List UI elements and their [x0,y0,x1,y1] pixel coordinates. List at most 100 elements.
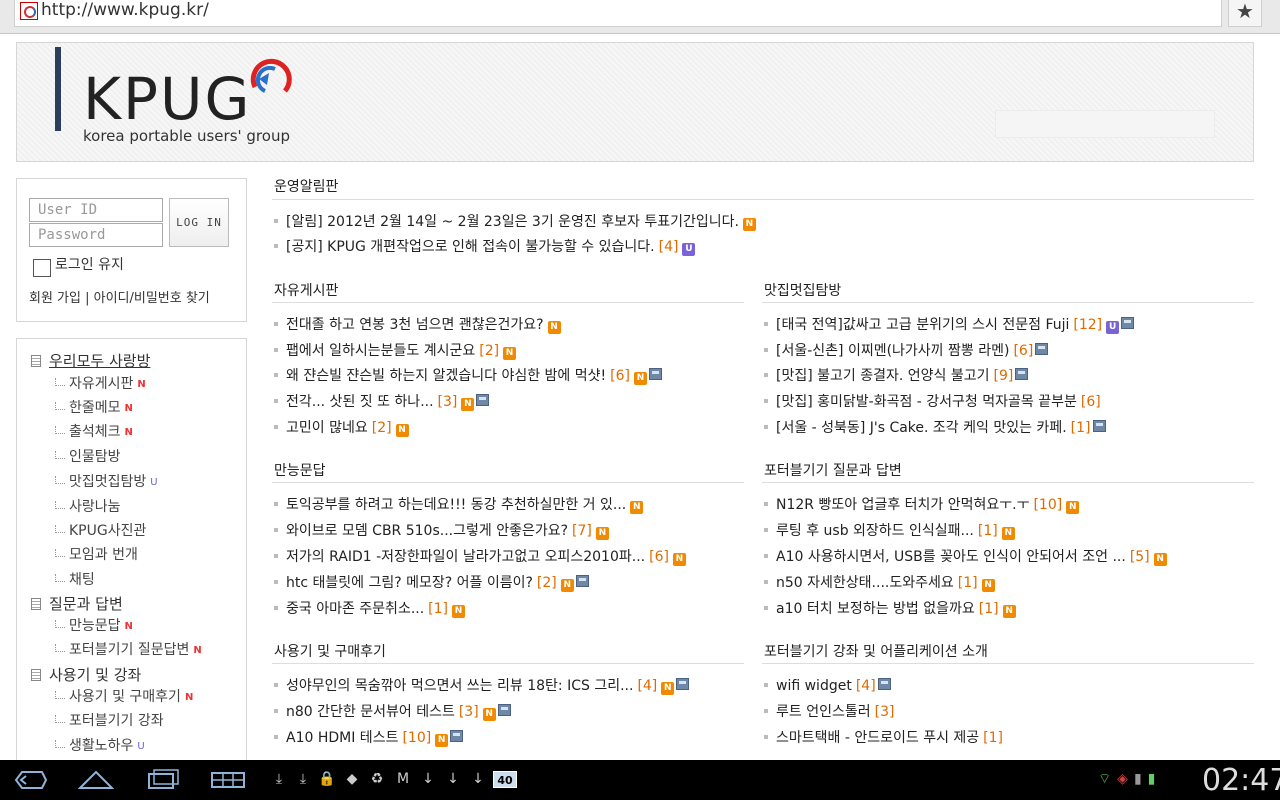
list-item[interactable]: N12R 빵또아 업글후 터치가 안먹혀요ㅜ.ㅜ [10] N [764,495,1080,515]
menu-item[interactable]: 맛집멋집탐방 U [55,471,158,491]
list-item[interactable]: A10 HDMI 테스트 [10] N [274,728,464,748]
download-icon[interactable]: ↓ [419,770,437,788]
list-item[interactable]: n80 간단한 문서뷰어 테스트 [3] N [274,702,511,722]
image-attachment-icon [676,678,690,690]
list-item[interactable]: [공지] KPUG 개편작업으로 인해 접속이 불가능할 수 있습니다. [4] U [274,237,696,257]
menu-icon[interactable] [210,768,246,792]
gmail-icon[interactable]: M [394,770,412,788]
home-icon[interactable] [78,768,114,792]
recent-apps-icon[interactable] [145,768,181,792]
list-item[interactable]: n50 자세한상태....도와주세요 [1] N [764,573,995,593]
url-field[interactable]: http://www.kpug.kr/ [14,0,1222,27]
list-item[interactable]: 루팅 후 usb 외장하드 인식실패... [1] N [764,521,1015,541]
download-done-icon[interactable]: ⤓ [294,770,312,788]
bookmark-button[interactable]: ★ [1228,0,1262,27]
menu-group[interactable]: 사용기 및 강좌 [31,664,141,685]
menu-item[interactable]: 모임과 번개 [55,544,138,564]
list-item[interactable]: 스마트택배 - 안드로이드 푸시 제공 [1] [764,728,1003,748]
list-item[interactable]: htc 태블릿에 그림? 메모장? 어플 이름이? [2] N [274,573,589,593]
list-item[interactable]: [맛집] 불고기 종결자. 언양식 불고기 [9] [764,366,1029,386]
list-item[interactable]: 성야무인의 목숨깎아 먹으면서 쓰는 리뷰 18탄: ICS 그리... [4] N [274,676,690,696]
notification-count-badge[interactable]: 40 [493,771,517,788]
menu-group[interactable]: 우리모두 사랑방 [31,350,150,371]
site-header: KPUG korea portable users' group [16,42,1254,162]
login-button[interactable]: LOG IN [169,198,229,247]
list-item[interactable]: 왜 쟌슨빌 쟌슨빌 하는지 알겠습니다 야심한 밤에 먹샷! [6] N [274,366,662,386]
logo-swirl-icon [250,58,292,93]
list-item[interactable]: [서울 - 성북동] J's Cake. 조각 케익 맛있는 카페. [1] [764,418,1106,438]
section-title-notice[interactable]: 운영알림판 [274,176,338,196]
site-favicon-icon [20,2,38,20]
list-item[interactable]: [알림] 2012년 2월 14일 ~ 2월 23일은 3기 운영진 후보자 투… [274,212,756,232]
list-item[interactable]: 중국 아마존 주문취소... [1] N [274,599,466,619]
download-done-icon[interactable]: ⤓ [270,770,288,788]
list-item[interactable]: 토익공부를 하려고 하는데요!!! 동강 추천하실만한 거 있... N [274,495,644,515]
header-search-box[interactable] [995,110,1215,138]
menu-item[interactable]: 인물탐방 [55,446,121,466]
menu-group[interactable]: 질문과 답변 [31,593,123,614]
list-item[interactable]: 고민이 많네요 [2] N [274,418,409,438]
market-update-icon[interactable]: ♻ [368,770,386,788]
menu-item[interactable]: KPUG사진관 [55,520,146,540]
menu-item[interactable]: 한줄메모 N [55,397,133,417]
section-title-free[interactable]: 자유게시판 [274,280,338,300]
section-title-qna[interactable]: 만능문답 [274,460,326,480]
cell-signal-icon: ▮ [1133,771,1148,787]
comment-count: [3] [874,704,895,720]
new-post-icon: N [482,708,496,721]
list-item[interactable]: 와이브로 모뎀 CBR 510s...그렇게 안좋은가요? [7] N [274,521,609,541]
clock[interactable]: 02:47 [1202,763,1280,798]
new-badge: N [124,403,133,414]
menu-item[interactable]: 출석체크 N [55,421,133,441]
list-item[interactable]: a10 터치 보정하는 방법 없을까요 [1] N [764,599,1016,619]
status-icons[interactable]: ⌔◈▮▮ [1098,770,1161,788]
list-item[interactable]: [서울-신촌] 이찌멘(나가사끼 짬뽕 라멘) [6] [764,341,1049,361]
updated-badge: U [150,477,158,488]
section-title-food[interactable]: 맛집멋집탐방 [764,280,841,300]
comment-count: [10] [402,730,432,746]
new-post-icon: N [595,527,609,540]
download-icon[interactable]: ↓ [444,770,462,788]
download-icon[interactable]: ↓ [469,770,487,788]
section-title-portable-qna[interactable]: 포터블기기 질문과 답변 [764,460,902,480]
list-item[interactable]: 전각... 삿된 짓 또 하나... [3] N [274,392,490,412]
menu-item[interactable]: 생활노하우 U [55,735,145,755]
list-item[interactable]: 저가의 RAID1 -저장한파일이 날라가고없고 오피스2010파... [6] N [274,547,686,567]
section-title-lectures[interactable]: 포터블기기 강좌 및 어플리케이션 소개 [764,641,988,661]
list-item[interactable]: 팹에서 일하시는분들도 계시군요 [2] N [274,341,517,361]
menu-item[interactable]: 포터블기기 강좌 [55,710,164,730]
section-title-reviews[interactable]: 사용기 및 구매후기 [274,641,386,661]
new-post-icon: N [630,501,644,514]
comment-count: [12] [1073,317,1103,333]
menu-item[interactable]: 사랑나눔 [55,496,121,516]
image-attachment-icon [877,678,891,690]
list-item[interactable]: 루트 언인스톨러 [3] [764,702,894,722]
menu-item[interactable]: 채팅 [55,569,95,589]
remember-checkbox[interactable] [33,259,51,277]
lock-icon[interactable]: 🔒 [318,770,336,788]
list-item[interactable]: [맛집] 홍미닭발-화곡점 - 강서구청 먹자골목 끝부분 [6] [764,392,1101,412]
back-icon[interactable] [12,768,48,792]
list-item[interactable]: A10 사용하시면서, USB를 꽂아도 인식이 안되어서 조언 ... [5] N [764,547,1167,567]
menu-item[interactable]: 사용기 및 구매후기 N [55,686,193,706]
comment-count: [6] [1013,343,1034,359]
comment-count: [9] [993,368,1014,384]
sidebar-menu: 우리모두 사랑방 자유게시판 N 한줄메모 N 출석체크 N 인물탐방 맛집멋집탐방 U… [16,338,247,768]
menu-item[interactable]: 자유게시판 N [55,373,146,393]
site-logo[interactable]: KPUG [83,69,251,129]
password-input[interactable]: Password [29,223,163,247]
menu-item[interactable]: 만능문답 N [55,615,133,635]
new-post-icon: N [1002,605,1016,618]
url-text[interactable]: http://www.kpug.kr/ [41,0,209,20]
userid-input[interactable]: User ID [29,198,163,222]
section-divider [272,663,744,664]
updated-post-icon: U [1106,321,1120,334]
app-notification-icon[interactable]: ◆ [343,770,361,788]
list-item[interactable]: 전대졸 하고 연봉 3천 넘으면 괜찮은건가요? N [274,315,561,335]
new-post-icon: N [981,579,995,592]
new-badge: N [124,427,133,438]
login-links[interactable]: 회원 가입 | 아이디/비밀번호 찾기 [29,287,210,306]
menu-item[interactable]: 포터블기기 질문답변 N [55,639,202,659]
list-item[interactable]: wifi widget [4] [764,676,891,696]
list-item[interactable]: [태국 전역]값싸고 고급 분위기의 스시 전문점 Fuji [12] U [764,315,1135,335]
